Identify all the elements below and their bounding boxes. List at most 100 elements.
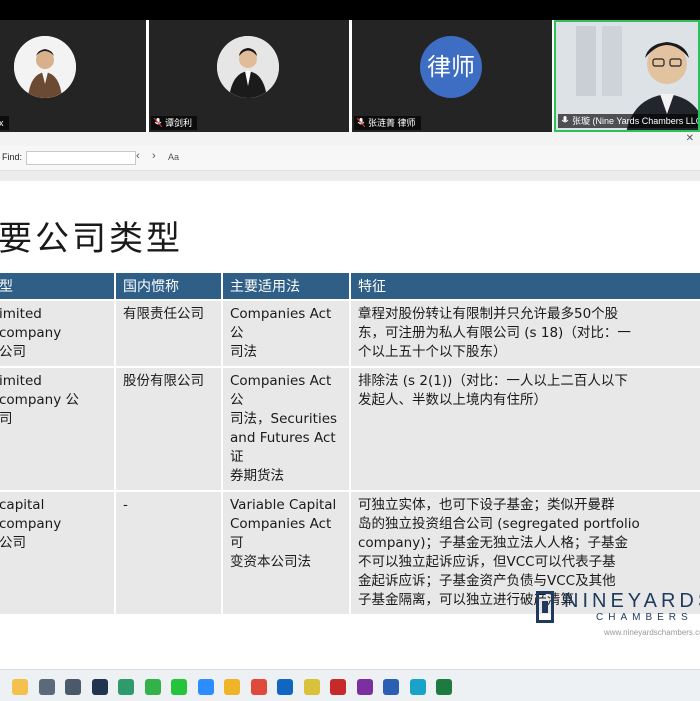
participant-name-tag: 张璇 (Nine Yards Chambers LLC) xyxy=(558,114,700,128)
logo-subtitle: CHAMBERS LLC xyxy=(596,612,700,623)
cell-line: company)；子基金无独立法人人格；子基金 xyxy=(358,535,628,551)
cell-line: 东，可注册为私人有限公司 (s 18)（对比：一 xyxy=(358,325,631,341)
table-header-row: 型 国内惯称 主要适用法 特征 xyxy=(0,273,700,300)
cell-domestic-name: 有限责任公司 xyxy=(115,299,223,367)
taskbar xyxy=(0,669,700,701)
cell-line: 变资本公司法 xyxy=(230,554,311,570)
participant-name-tag: x xyxy=(0,116,9,130)
clock-icon[interactable] xyxy=(38,679,55,695)
wechat-icon[interactable] xyxy=(144,679,161,695)
calculator-icon[interactable] xyxy=(65,679,81,695)
cell-line: 可独立实体，也可下设子基金；类似开曼群 xyxy=(358,497,615,513)
avatar: 律师 xyxy=(420,36,482,98)
participant-name: 张璇 (Nine Yards Chambers LLC) xyxy=(572,116,700,126)
onenote-icon[interactable] xyxy=(356,679,373,695)
cell-line: - xyxy=(123,497,128,513)
whatsapp-icon[interactable] xyxy=(171,679,187,695)
header-domestic-name: 国内惯称 xyxy=(115,273,223,300)
cell-line: 金起诉应诉；子基金资产负债与VCC及其他 xyxy=(358,573,616,589)
cell-line: 个以上五十个以下股东） xyxy=(358,344,507,360)
cell-governing-law: Companies Act 公司法，Securities and Futures … xyxy=(222,366,351,491)
cell-features: 排除法 (s 2(1))（对比：一人以上二百人以下 发起人、半数以上境内有住所） xyxy=(350,366,700,491)
cell-type: imited company 公司 xyxy=(0,366,116,491)
cell-line: 券期货法 xyxy=(230,468,284,484)
grid-app-icon[interactable] xyxy=(91,679,108,695)
participant-name: 张涟菁 律师 xyxy=(368,118,416,128)
mic-muted-icon xyxy=(154,118,162,127)
cell-line: Companies Act 可 xyxy=(230,516,332,551)
cell-line: capital company xyxy=(0,497,62,532)
cell-line: 股份有限公司 xyxy=(123,373,204,389)
table-row: imited company 公司股份有限公司 Companies Act 公司法… xyxy=(0,366,700,491)
avatar xyxy=(217,36,279,98)
mic-icon xyxy=(561,116,569,123)
word-icon[interactable] xyxy=(383,679,399,695)
cell-line: Companies Act 公 xyxy=(230,373,332,408)
avatar xyxy=(14,36,76,98)
table-row: imited company 公司 有限责任公司 Companies Act 公司法章… xyxy=(0,299,700,367)
viewer-title-bar: ✕ xyxy=(0,132,700,146)
video-tile-participant-1[interactable]: x xyxy=(0,20,146,132)
cell-line: 公司 xyxy=(0,344,26,360)
header-governing-law: 主要适用法 xyxy=(222,273,351,300)
cell-line: 公司 xyxy=(0,535,26,551)
match-case-button[interactable]: Aa xyxy=(168,152,179,162)
logo-mark-icon xyxy=(536,591,554,623)
cell-line: 排除法 (s 2(1))（对比：一人以上二百人以下 xyxy=(358,373,628,389)
maps-icon[interactable] xyxy=(409,679,426,695)
find-label: Find: xyxy=(2,152,23,162)
excel-icon[interactable] xyxy=(436,679,452,695)
video-tile-active-speaker[interactable]: 张璇 (Nine Yards Chambers LLC) xyxy=(554,20,700,132)
slide: 要公司类型 型 国内惯称 主要适用法 特征 imited company 公司 有限… xyxy=(0,181,700,669)
cell-line: Companies Act 公 xyxy=(230,306,332,341)
cell-governing-law: Variable Capital Companies Act 可变资本公司法 xyxy=(222,490,351,614)
cell-features: 章程对股份转让有限制并只允许最多50个股 东，可注册为私人有限公司 (s 18)（… xyxy=(350,299,700,367)
cell-governing-law: Companies Act 公司法 xyxy=(222,299,351,367)
cell-line: 章程对股份转让有限制并只允许最多50个股 xyxy=(358,306,619,322)
header-features: 特征 xyxy=(350,273,700,300)
notes-icon[interactable] xyxy=(12,679,28,695)
photo-app-icon[interactable] xyxy=(118,679,134,695)
cell-line: 司 xyxy=(0,411,13,427)
cell-line: 岛的独立投资组合公司 (segregated portfolio xyxy=(358,516,640,532)
outlook-icon[interactable] xyxy=(277,679,293,695)
cell-line: 有限责任公司 xyxy=(123,306,204,322)
slide-title: 要公司类型 xyxy=(0,219,183,259)
participant-name: x xyxy=(0,118,4,128)
mic-muted-icon xyxy=(357,118,365,127)
header-type: 型 xyxy=(0,273,116,300)
cell-domestic-name: - xyxy=(115,490,223,614)
document-margin xyxy=(0,171,700,181)
cell-line: 司法 xyxy=(230,344,257,360)
company-types-table: 型 国内惯称 主要适用法 特征 imited company 公司 有限责任公司 Co… xyxy=(0,273,700,614)
cell-line: Variable Capital xyxy=(230,497,337,513)
acrobat-icon[interactable] xyxy=(330,679,346,695)
cell-line: 司法，Securities xyxy=(230,411,338,427)
chevron-left-icon[interactable]: ‹ xyxy=(136,150,140,162)
cell-type: capital company 公司 xyxy=(0,490,116,614)
cell-type: imited company 公司 xyxy=(0,299,116,367)
cell-line: 不可以独立起诉应诉，但VCC可以代表子基 xyxy=(358,554,616,570)
cell-line: imited company 公 xyxy=(0,373,80,408)
cell-line: imited company xyxy=(0,306,62,341)
meeting-top-bar xyxy=(0,0,700,20)
participant-name-tag: 张涟菁 律师 xyxy=(354,116,421,130)
cell-line: and Futures Act 证 xyxy=(230,430,336,465)
cell-line: 发起人、半数以上境内有住所） xyxy=(358,392,547,408)
find-input[interactable] xyxy=(26,151,136,165)
logo-url: www.nineyardschambers.com xyxy=(604,628,700,637)
fw-app-icon[interactable] xyxy=(303,679,320,695)
table-body: imited company 公司 有限责任公司 Companies Act 公司法章… xyxy=(0,299,700,614)
close-icon[interactable]: ✕ xyxy=(686,133,694,144)
find-bar: Find: ‹ › Aa xyxy=(0,146,700,171)
zoom-icon[interactable] xyxy=(197,679,214,695)
folder-icon[interactable] xyxy=(224,679,240,695)
chevron-right-icon[interactable]: › xyxy=(152,150,156,162)
participant-name-tag: 谭剑利 xyxy=(151,116,198,130)
chrome-icon[interactable] xyxy=(250,679,267,695)
participant-name: 谭剑利 xyxy=(165,118,193,128)
logo-name: NINEYARDS xyxy=(564,590,700,612)
video-tile-participant-2[interactable]: 谭剑利 xyxy=(149,20,349,132)
video-tile-participant-3[interactable]: 律师 张涟菁 律师 xyxy=(352,20,552,132)
cell-domestic-name: 股份有限公司 xyxy=(115,366,223,491)
